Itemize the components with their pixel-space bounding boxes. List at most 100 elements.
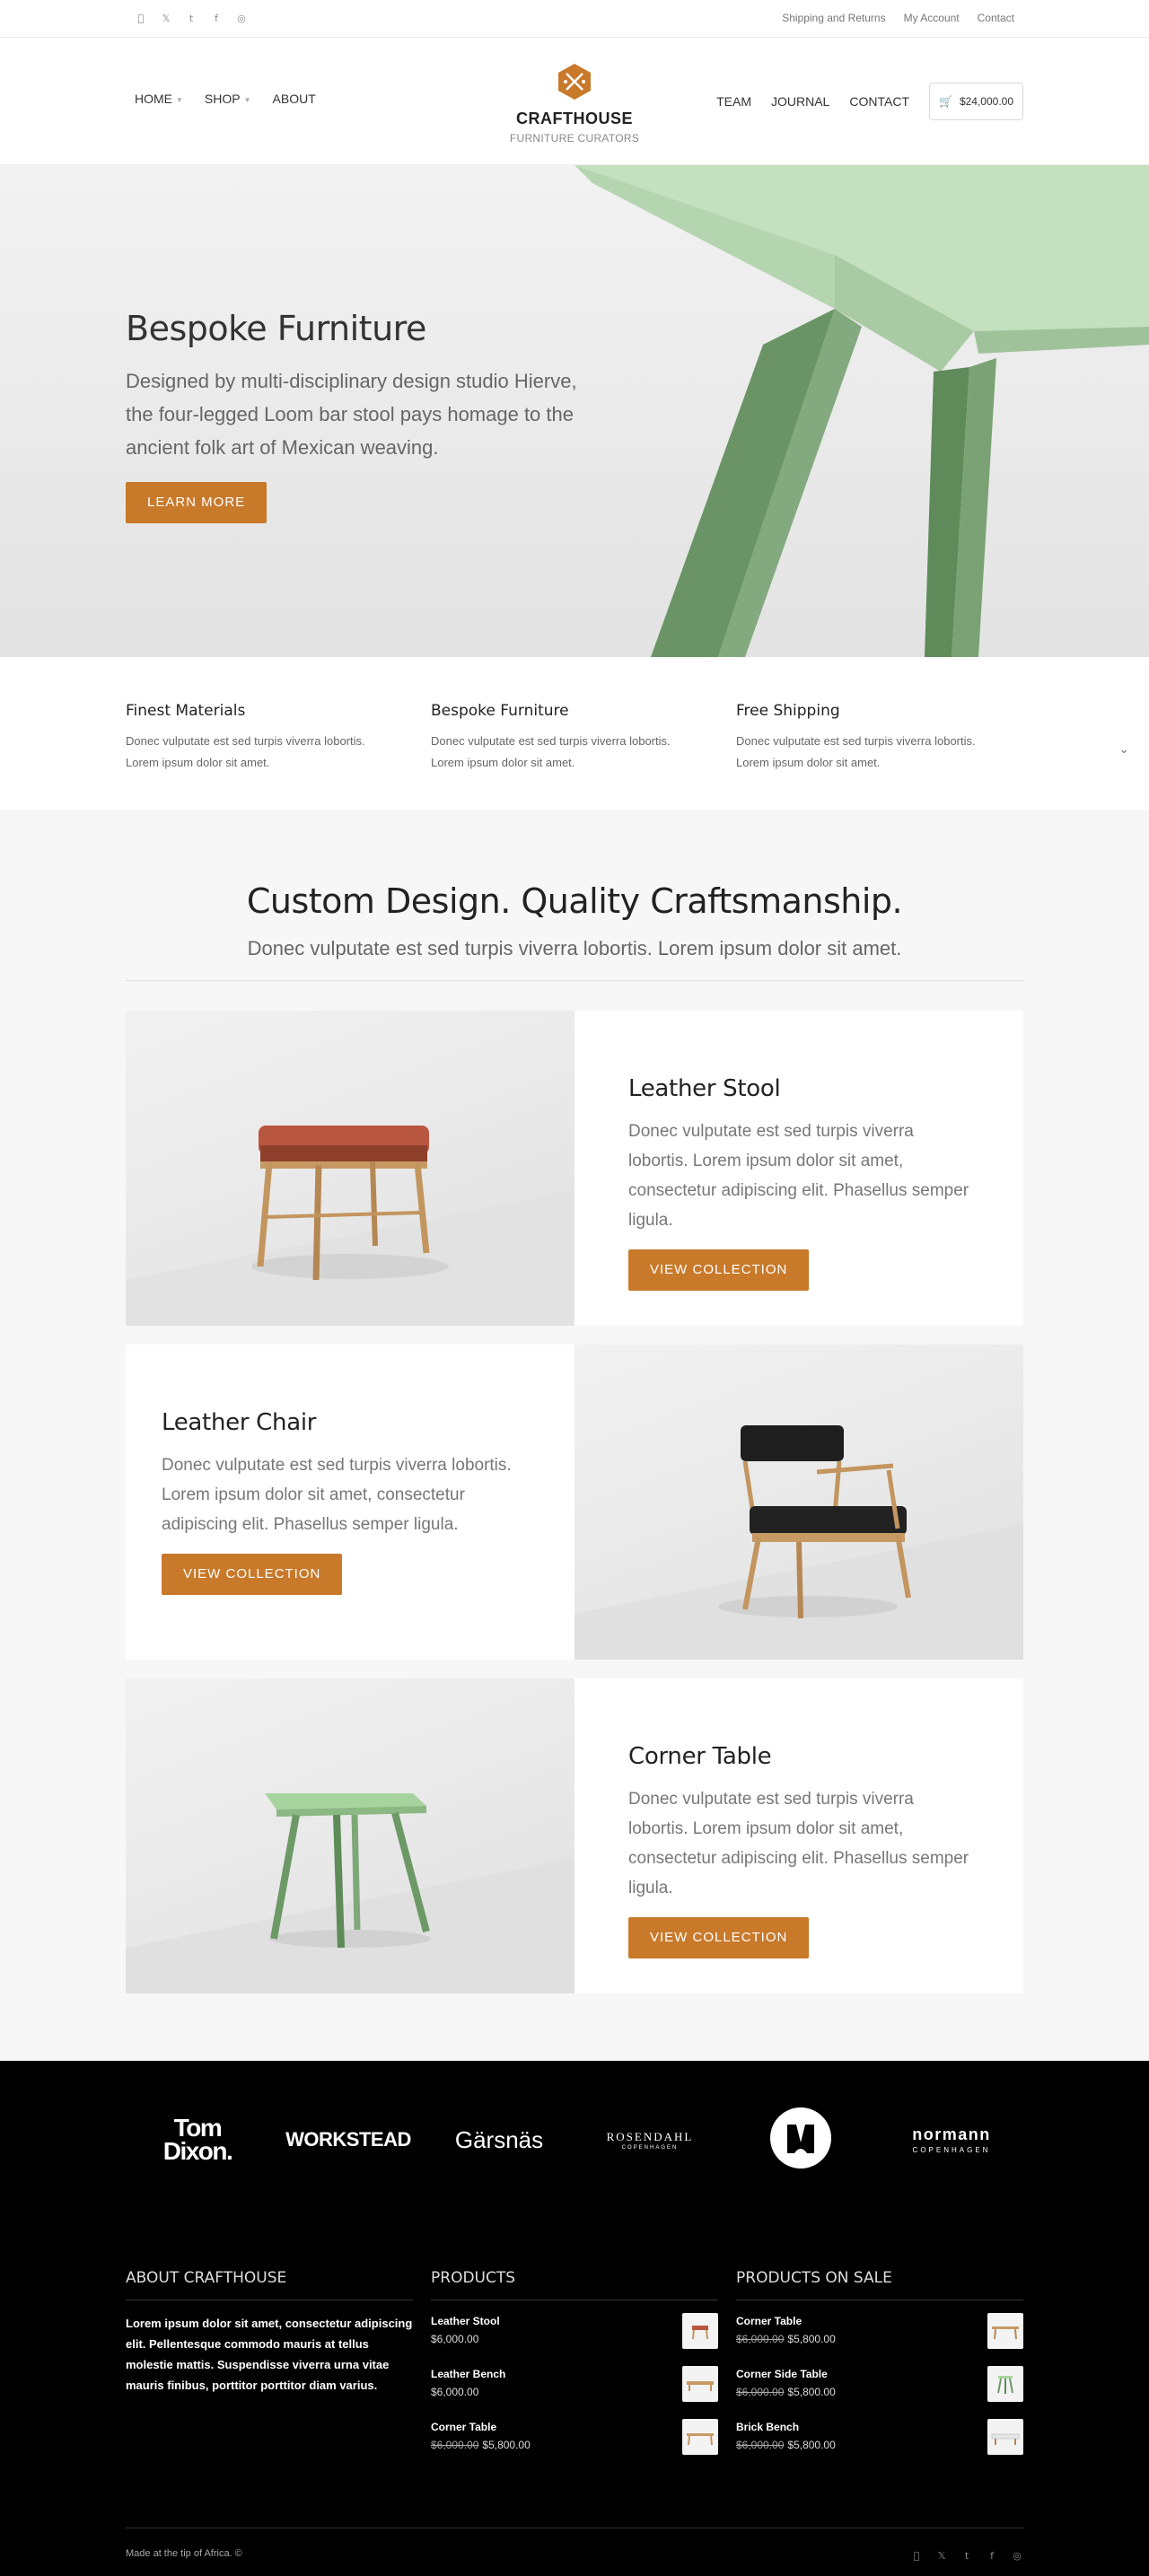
leather-chair-image[interactable] <box>574 1345 1023 1660</box>
product-current-price: $6,000.00 <box>431 2386 479 2398</box>
product-price: $6,000.00 <box>431 2333 718 2345</box>
apple-icon[interactable]:  <box>910 2548 923 2563</box>
hero-text: Designed by multi-disciplinary design st… <box>126 370 577 459</box>
view-collection-button[interactable]: VIEW COLLECTION <box>628 1249 810 1291</box>
collection-card-text: Leather Chair Donec vulputate est sed tu… <box>126 1345 574 1660</box>
feature-title: Finest Materials <box>126 702 246 720</box>
brand-normann-label: normann <box>912 2125 991 2143</box>
twitter-icon[interactable]: 𝕏 <box>935 2548 948 2563</box>
site-footer: Tom Dixon. WORKSTEAD Gärsnäs ROSENDAHL C… <box>0 2061 1149 2576</box>
footer-credit: Made at the tip of Africa. © <box>126 2548 242 2559</box>
collection-title: Leather Stool <box>628 1075 781 1102</box>
collection-card-text: Leather Stool Donec vulputate est sed tu… <box>574 1011 1023 1326</box>
product-name: Corner Table <box>736 2315 803 2327</box>
footer-bottom-bar: Made at the tip of Africa. ©  𝕏 t f ◎ <box>126 2528 1023 2562</box>
product-thumbnail[interactable] <box>987 2366 1023 2402</box>
learn-more-button[interactable]: LEARN MORE <box>126 482 268 523</box>
brand-workstead-label: WORKSTEAD <box>285 2128 411 2151</box>
footer-products: PRODUCTS Leather Stool $6,000.00 Leather… <box>431 2269 718 2459</box>
logo-tagline: FURNITURE CURATORS <box>509 132 640 145</box>
divider <box>126 980 1023 981</box>
product-price: $6,000.00 $5,800.00 <box>736 2439 1023 2451</box>
footer-sale-item[interactable]: Corner Side Table $6,000.00 $5,800.00 <box>736 2353 1023 2406</box>
contact-link[interactable]: Contact <box>978 12 1014 24</box>
chair-illustration <box>574 1425 1023 1660</box>
collection-card-text: Corner Table Donec vulputate est sed tur… <box>574 1678 1023 1993</box>
features-strip: Finest Materials Donec vulputate est sed… <box>0 657 1149 810</box>
brand-normann-sub: COPENHAGEN <box>912 2146 991 2154</box>
feature-text: Donec vulputate est sed turpis viverra l… <box>736 734 976 769</box>
product-thumbnail[interactable] <box>682 2366 718 2402</box>
nav-team[interactable]: TEAM <box>716 94 751 109</box>
facebook-icon[interactable]: f <box>210 11 223 25</box>
collection-text: Donec vulputate est sed turpis viverra l… <box>628 1122 969 1230</box>
brand-rosendahl[interactable]: ROSENDAHL COPENHAGEN <box>578 2130 722 2151</box>
dribbble-icon[interactable]: ◎ <box>235 11 248 25</box>
product-current-price: $5,800.00 <box>482 2439 531 2451</box>
scroll-down-icon[interactable]: ⌄ <box>1118 741 1129 757</box>
leather-stool-image[interactable] <box>126 1011 574 1326</box>
footer-product-item[interactable]: Leather Bench $6,000.00 <box>431 2353 718 2406</box>
hero-copy: Bespoke Furniture Designed by multi-disc… <box>126 309 592 523</box>
collections-section: Custom Design. Quality Craftsmanship. Do… <box>0 810 1149 2061</box>
tumblr-icon[interactable]: t <box>185 11 197 25</box>
product-name: Corner Table <box>431 2421 497 2433</box>
hero-title: Bespoke Furniture <box>126 309 426 348</box>
product-old-price: $6,000.00 <box>736 2333 785 2345</box>
footer-about-text: Lorem ipsum dolor sit amet, consectetur … <box>126 2317 413 2392</box>
footer-product-item[interactable]: Leather Stool $6,000.00 <box>431 2300 718 2353</box>
facebook-icon[interactable]: f <box>986 2548 998 2563</box>
feature-text: Donec vulputate est sed turpis viverra l… <box>431 734 671 769</box>
nav-contact[interactable]: CONTACT <box>849 94 909 109</box>
brand-tom-dixon[interactable]: Tom Dixon. <box>126 2116 269 2164</box>
product-price: $6,000.00 $5,800.00 <box>736 2386 1023 2398</box>
brand-herman-miller[interactable] <box>729 2107 873 2174</box>
product-name: Leather Bench <box>431 2368 506 2380</box>
footer-sale-item[interactable]: Corner Table $6,000.00 $5,800.00 <box>736 2300 1023 2353</box>
product-name: Brick Bench <box>736 2421 800 2433</box>
view-collection-button[interactable]: VIEW COLLECTION <box>162 1554 343 1595</box>
dribbble-icon[interactable]: ◎ <box>1011 2548 1023 2563</box>
shipping-returns-link[interactable]: Shipping and Returns <box>782 12 885 24</box>
feature-free-shipping: Free Shipping Donec vulputate est sed tu… <box>736 702 1005 774</box>
main-nav-right: TEAM JOURNAL CONTACT 🛒 $24,000.00 <box>716 83 1023 120</box>
footer-sale-item[interactable]: Brick Bench $6,000.00 $5,800.00 <box>736 2406 1023 2459</box>
footer-products-title: PRODUCTS <box>431 2269 718 2300</box>
collection-title: Corner Table <box>628 1743 772 1770</box>
my-account-link[interactable]: My Account <box>904 12 960 24</box>
brand-garsnas-label: Gärsnäs <box>454 2125 544 2153</box>
apple-icon[interactable]:  <box>135 11 147 25</box>
product-name: Leather Stool <box>431 2315 500 2327</box>
product-current-price: $6,000.00 <box>431 2333 479 2345</box>
nav-journal[interactable]: JOURNAL <box>771 94 829 109</box>
view-collection-button[interactable]: VIEW COLLECTION <box>628 1917 810 1958</box>
footer-sale: PRODUCTS ON SALE Corner Table $6,000.00 $… <box>736 2269 1023 2459</box>
product-thumbnail[interactable] <box>682 2419 718 2455</box>
product-current-price: $5,800.00 <box>787 2386 836 2398</box>
collection-text: Donec vulputate est sed turpis viverra l… <box>162 1456 512 1534</box>
product-thumbnail[interactable] <box>987 2419 1023 2455</box>
collection-text: Donec vulputate est sed turpis viverra l… <box>628 1790 969 1897</box>
product-thumbnail[interactable] <box>682 2313 718 2349</box>
site-header: HOME ▼ SHOP ▼ ABOUT CRAFTHOUSE FURNITURE C… <box>0 38 1149 165</box>
product-name: Corner Side Table <box>736 2368 828 2380</box>
footer-sale-title: PRODUCTS ON SALE <box>736 2269 1023 2300</box>
cart-button[interactable]: 🛒 $24,000.00 <box>928 83 1023 120</box>
brand-workstead[interactable]: WORKSTEAD <box>276 2128 420 2151</box>
corner-table-image[interactable] <box>126 1678 574 1993</box>
brand-garsnas[interactable]: Gärsnäs <box>427 2126 571 2154</box>
table-illustration <box>126 1793 574 1993</box>
feature-title: Free Shipping <box>736 702 840 720</box>
feature-bespoke-furniture: Bespoke Furniture Donec vulputate est se… <box>431 702 700 774</box>
footer-about-title: ABOUT CRAFTHOUSE <box>126 2269 413 2300</box>
footer-product-item[interactable]: Corner Table $6,000.00 $5,800.00 <box>431 2406 718 2459</box>
product-thumbnail[interactable] <box>987 2313 1023 2349</box>
tumblr-icon[interactable]: t <box>960 2548 973 2563</box>
herman-miller-logo-icon <box>770 2107 831 2169</box>
twitter-icon[interactable]: 𝕏 <box>160 11 172 25</box>
section-subtitle: Donec vulputate est sed turpis viverra l… <box>247 937 902 959</box>
product-price: $6,000.00 <box>431 2386 718 2398</box>
product-old-price: $6,000.00 <box>736 2386 785 2398</box>
brand-normann[interactable]: normann COPENHAGEN <box>880 2125 1023 2154</box>
footer-about: ABOUT CRAFTHOUSE Lorem ipsum dolor sit a… <box>126 2269 413 2396</box>
